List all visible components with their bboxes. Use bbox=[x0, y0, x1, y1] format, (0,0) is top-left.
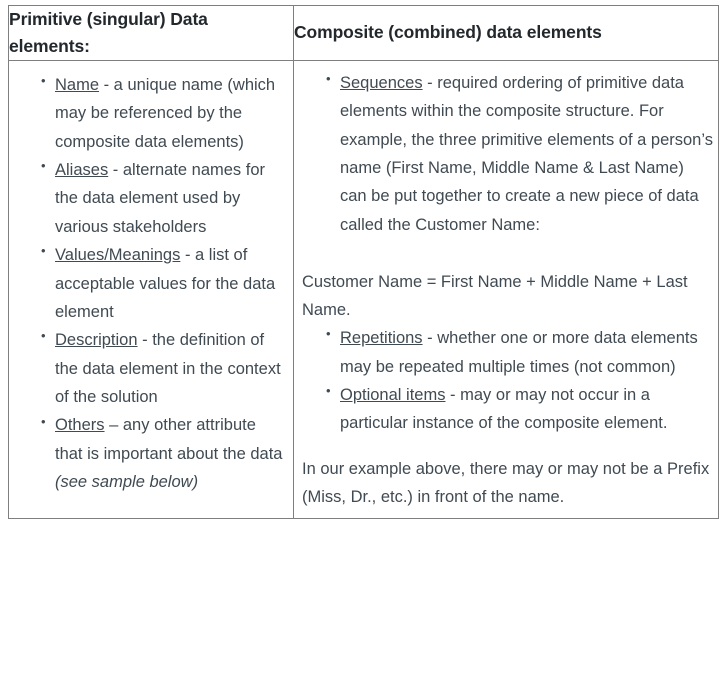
list-item: Description - the definition of the data… bbox=[41, 325, 287, 411]
list-item: Values/Meanings - a list of acceptable v… bbox=[41, 240, 287, 326]
list-item: Others – any other attribute that is imp… bbox=[41, 411, 287, 496]
list-item: Sequences - required ordering of primiti… bbox=[326, 68, 714, 239]
primitive-bullet-list: Name - a unique name (which may be refer… bbox=[15, 70, 287, 497]
list-item: Repetitions - whether one or more data e… bbox=[326, 323, 714, 381]
header-cell-composite: Composite (combined) data elements bbox=[293, 5, 719, 61]
table-header-row: Primitive (singular) Data elements: Comp… bbox=[8, 5, 719, 61]
header-cell-primitive: Primitive (singular) Data elements: bbox=[8, 5, 294, 61]
customer-name-formula: Customer Name = First Name + Middle Name… bbox=[302, 272, 688, 319]
term-repetitions: Repetitions bbox=[340, 329, 423, 348]
term-values-meanings: Values/Meanings bbox=[55, 246, 181, 265]
composite-column-heading: Composite (combined) data elements bbox=[294, 22, 602, 42]
composite-elements-cell: Sequences - required ordering of primiti… bbox=[293, 59, 719, 519]
term-optional-items: Optional items bbox=[340, 386, 446, 404]
list-item: Name - a unique name (which may be refer… bbox=[41, 70, 287, 156]
term-aliases: Aliases bbox=[55, 161, 109, 179]
list-item: Optional items - may or may not occur in… bbox=[326, 380, 714, 438]
list-item: Aliases - alternate names for the data e… bbox=[41, 155, 287, 241]
composite-bullet-list-bottom: Repetitions - whether one or more data e… bbox=[298, 323, 714, 438]
closing-note: In our example above, there may or may n… bbox=[302, 460, 710, 507]
comparison-table-container: Primitive (singular) Data elements: Comp… bbox=[8, 5, 719, 681]
term-others: Others bbox=[55, 416, 105, 435]
primitive-column-heading: Primitive (singular) Data elements: bbox=[9, 9, 208, 56]
table-body-row: Name - a unique name (which may be refer… bbox=[8, 59, 719, 519]
comparison-table: Primitive (singular) Data elements: Comp… bbox=[8, 5, 719, 519]
term-name: Name bbox=[55, 75, 100, 94]
term-sequences: Sequences bbox=[340, 73, 423, 92]
term-note-italic: (see sample below) bbox=[55, 473, 199, 492]
term-description-label: Description bbox=[55, 331, 138, 350]
composite-bullet-list-top: Sequences - required ordering of primiti… bbox=[298, 68, 714, 239]
primitive-elements-cell: Name - a unique name (which may be refer… bbox=[8, 59, 294, 519]
term-description: - required ordering of primitive data el… bbox=[340, 73, 713, 234]
